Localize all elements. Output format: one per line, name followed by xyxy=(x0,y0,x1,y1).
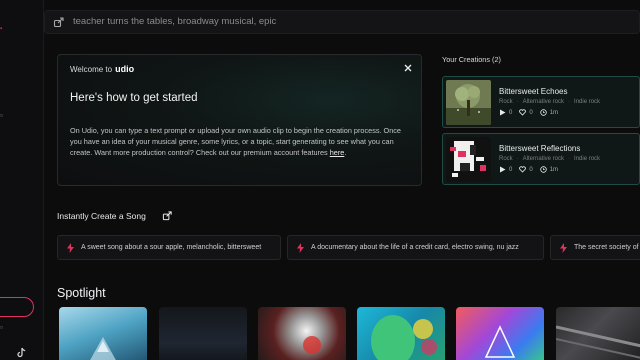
tag[interactable]: Indie rock xyxy=(574,156,600,162)
welcome-body: On Udio, you can type a text prompt or u… xyxy=(70,125,410,158)
sidebar-accent-mark: ▪ xyxy=(0,26,3,32)
suggestion-text: A sweet song about a sour apple, melanch… xyxy=(81,244,262,251)
clock-icon xyxy=(539,109,547,116)
prompt-search-bar[interactable]: teacher turns the tables, broadway music… xyxy=(44,10,640,34)
lightning-icon xyxy=(560,243,567,253)
lightning-icon xyxy=(297,243,304,253)
spotlight-tile[interactable] xyxy=(159,307,247,360)
sidebar-cta-button[interactable] xyxy=(0,297,34,317)
play-count: 0 xyxy=(509,166,513,173)
instant-create-title: Instantly Create a Song xyxy=(57,211,146,221)
like-count: 0 xyxy=(529,109,533,116)
lightning-icon xyxy=(67,243,74,253)
track-age: 1m xyxy=(549,109,559,116)
welcome-title: Here's how to get started xyxy=(70,92,198,104)
tag[interactable]: Alternative rock xyxy=(523,99,564,105)
track-tags: Rock · Alternative rock · Indie rock xyxy=(499,99,601,105)
creation-card[interactable]: Bittersweet Reflections Rock · Alternative… xyxy=(442,133,640,185)
tag[interactable]: Rock xyxy=(499,99,513,105)
sidebar: ▪ ▫ ▫ xyxy=(0,0,44,360)
spotlight-tile[interactable] xyxy=(357,307,445,360)
prompt-suggestion-chip[interactable]: A sweet song about a sour apple, melanch… xyxy=(57,235,281,260)
tag[interactable]: Alternative rock xyxy=(523,156,564,162)
play-icon[interactable] xyxy=(499,166,506,173)
spotlight-tile[interactable] xyxy=(59,307,147,360)
clock-icon xyxy=(539,166,547,173)
suggestion-text: A documentary about the life of a credit… xyxy=(311,244,519,251)
tag[interactable]: Indie rock xyxy=(574,99,600,105)
like-count: 0 xyxy=(529,166,533,173)
sidebar-item-partial-bottom[interactable]: ▫ xyxy=(0,323,3,332)
track-stats: 0 0 1m xyxy=(499,166,565,173)
welcome-prefix: Welcome to xyxy=(70,65,113,74)
spotlight-tile[interactable] xyxy=(258,307,346,360)
track-age: 1m xyxy=(549,166,559,173)
brand-logo: udio xyxy=(115,64,135,74)
link-icon[interactable] xyxy=(162,210,173,221)
prompt-suggestion-chip[interactable]: The secret society of xyxy=(550,235,640,260)
tiktok-icon[interactable] xyxy=(15,347,27,359)
track-tags: Rock · Alternative rock · Indie rock xyxy=(499,156,601,162)
prompt-suggestion-chip[interactable]: A documentary about the life of a credit… xyxy=(287,235,544,260)
play-icon[interactable] xyxy=(499,109,506,116)
welcome-card: Welcome to udio Here's how to get started… xyxy=(57,54,422,186)
link-icon xyxy=(53,17,64,28)
spotlight-tile[interactable] xyxy=(556,307,640,360)
creation-card[interactable]: Bittersweet Echoes Rock · Alternative rock… xyxy=(442,76,640,128)
premium-features-link[interactable]: here xyxy=(330,148,345,157)
track-title[interactable]: Bittersweet Echoes xyxy=(499,87,567,96)
welcome-header: Welcome to udio xyxy=(70,64,134,74)
suggestion-text: The secret society of xyxy=(574,244,639,251)
close-icon[interactable] xyxy=(403,63,413,73)
welcome-body-end: . xyxy=(344,148,347,157)
tag[interactable]: Rock xyxy=(499,156,513,162)
welcome-body-text: On Udio, you can type a text prompt or u… xyxy=(70,126,401,157)
track-artwork xyxy=(446,80,491,125)
heart-icon[interactable] xyxy=(519,109,527,116)
search-input[interactable]: teacher turns the tables, broadway music… xyxy=(73,16,276,27)
track-stats: 0 0 1m xyxy=(499,109,565,116)
spotlight-tile[interactable] xyxy=(456,307,544,360)
heart-icon[interactable] xyxy=(519,166,527,173)
play-count: 0 xyxy=(509,109,513,116)
spotlight-title: Spotlight xyxy=(57,286,106,300)
track-title[interactable]: Bittersweet Reflections xyxy=(499,144,580,153)
sidebar-item-partial[interactable]: ▫ xyxy=(0,111,3,120)
track-artwork xyxy=(446,137,491,182)
your-creations-title: Your Creations (2) xyxy=(442,55,501,64)
